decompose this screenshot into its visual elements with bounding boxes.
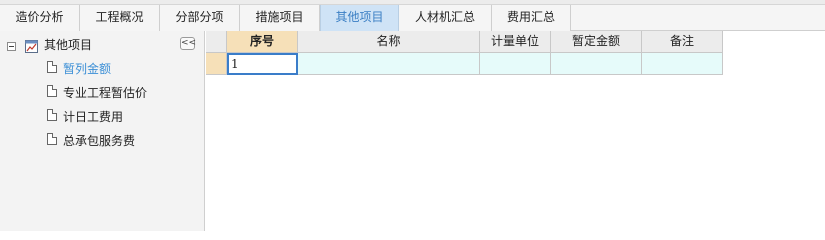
document-icon: [47, 109, 57, 121]
table-corner[interactable]: [206, 31, 227, 53]
column-header-amount[interactable]: 暂定金额: [551, 31, 642, 53]
tab-cost-analysis[interactable]: 造价分析: [0, 5, 80, 31]
collapse-sidebar-button[interactable]: <<: [180, 37, 196, 50]
column-header-seq[interactable]: 序号: [227, 31, 298, 53]
row-header[interactable]: [206, 53, 227, 75]
tab-measure-items[interactable]: 措施项目: [240, 5, 320, 31]
tree-root-label: 其他项目: [44, 38, 93, 52]
column-header-name[interactable]: 名称: [298, 31, 480, 53]
tab-other-items[interactable]: 其他项目: [320, 5, 399, 31]
tree-item-professional-estimate[interactable]: 专业工程暂估价: [44, 83, 194, 103]
tree-item-daywork-cost[interactable]: 计日工费用: [44, 107, 184, 127]
tree-item-general-contract-fee[interactable]: 总承包服务费: [44, 131, 184, 151]
tree-item-label: 专业工程暂估价: [63, 86, 148, 100]
seq-cell[interactable]: 1: [227, 53, 298, 75]
document-icon: [47, 133, 57, 145]
tab-fee-summary[interactable]: 费用汇总: [492, 5, 571, 31]
tree-item-provisional-sum[interactable]: 暂列金额: [44, 59, 184, 79]
tree-item-label: 计日工费用: [63, 110, 124, 124]
folder-chart-icon: [25, 40, 38, 53]
module-tab-bar: 造价分析 工程概况 分部分项 措施项目 其他项目 人材机汇总 费用汇总: [0, 5, 825, 31]
tree-sidebar: << 其他项目 暂列金额 专业工程暂估价 计日工费用 总承包服务费: [0, 31, 205, 231]
document-icon: [47, 61, 57, 73]
document-icon: [47, 85, 57, 97]
column-header-remark[interactable]: 备注: [642, 31, 723, 53]
remark-cell[interactable]: [642, 53, 723, 75]
unit-cell[interactable]: [480, 53, 551, 75]
tree-item-label: 总承包服务费: [63, 134, 136, 148]
tab-labor-material-summary[interactable]: 人材机汇总: [399, 5, 492, 31]
amount-cell[interactable]: [551, 53, 642, 75]
name-cell[interactable]: [298, 53, 480, 75]
tab-project-overview[interactable]: 工程概况: [80, 5, 160, 31]
column-header-unit[interactable]: 计量单位: [480, 31, 551, 53]
tab-sub-items[interactable]: 分部分项: [160, 5, 240, 31]
tree-root-other-items[interactable]: 其他项目: [0, 35, 170, 55]
collapse-tree-icon[interactable]: [7, 42, 16, 51]
tree-item-label: 暂列金额: [63, 62, 112, 76]
